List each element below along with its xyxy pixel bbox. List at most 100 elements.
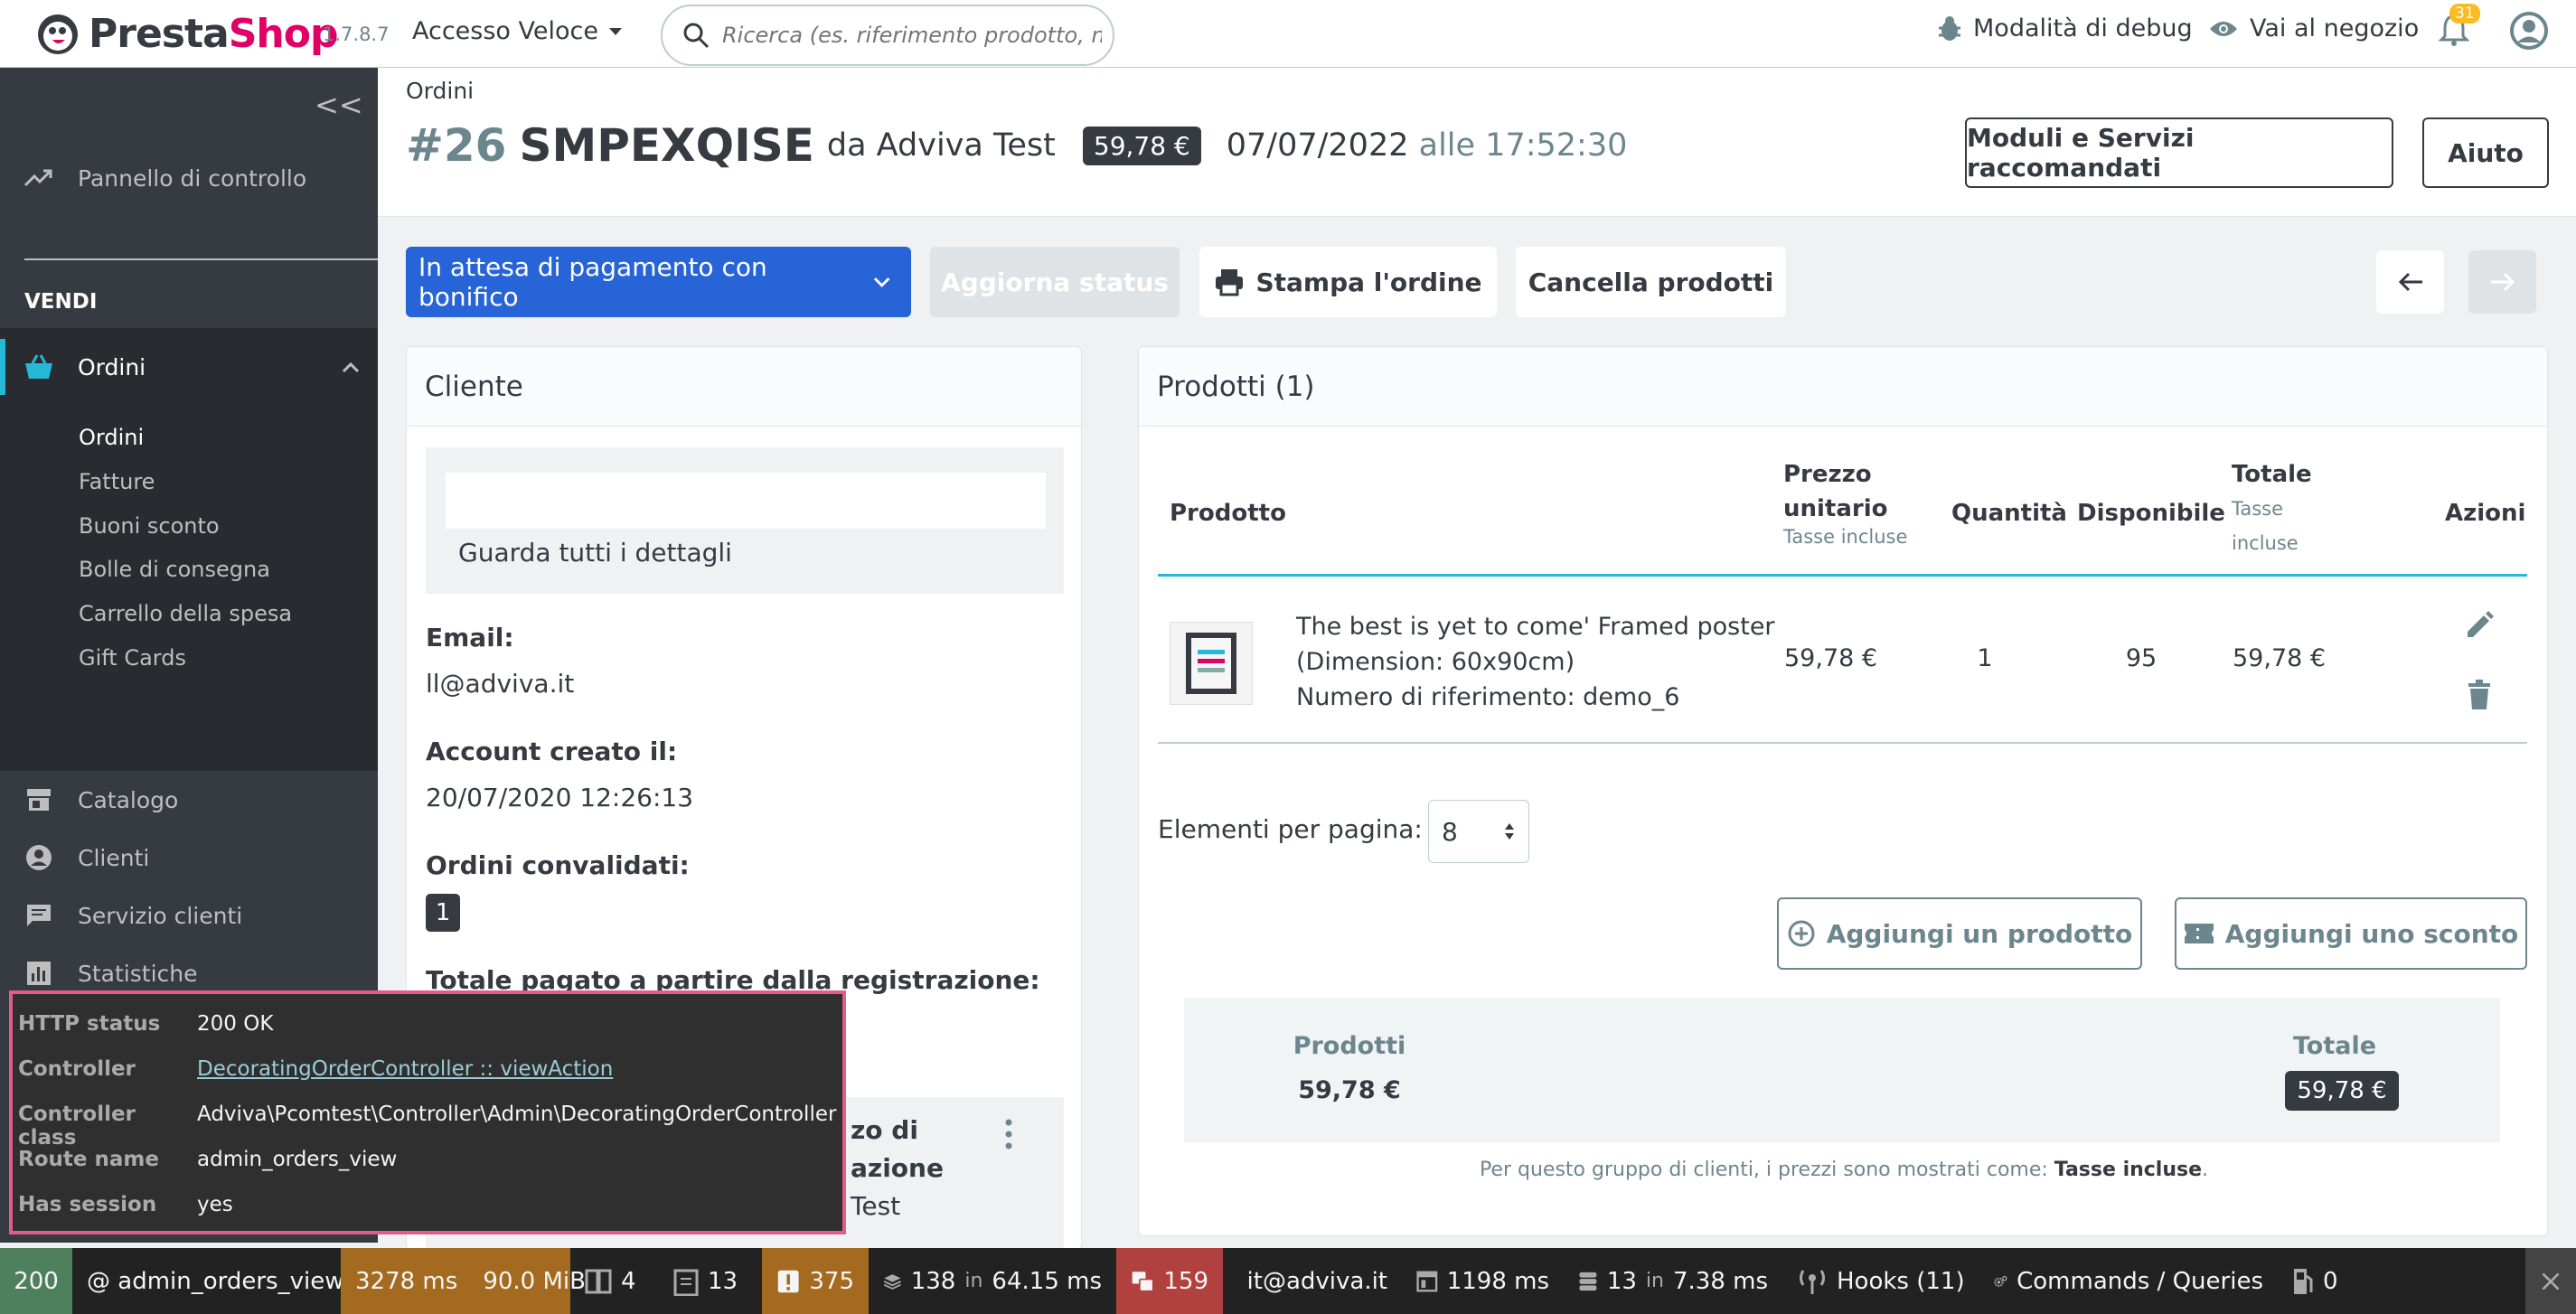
toolbar-forms[interactable]: 4 xyxy=(570,1248,659,1314)
edit-pencil-icon[interactable] xyxy=(2464,610,2495,641)
sidebar-subitem-invoices[interactable]: Fatture xyxy=(79,469,155,494)
tax-note-end: . xyxy=(2202,1159,2209,1181)
col-unit-price-label: Prezzo unitario xyxy=(1783,461,1888,522)
previous-order-button[interactable] xyxy=(2376,250,2444,314)
has-session-label: Has session xyxy=(18,1193,157,1216)
order-number: #26 xyxy=(406,119,507,172)
sidebar-subitem-carts[interactable]: Carrello della spesa xyxy=(79,601,292,626)
print-order-button[interactable]: Stampa l'ordine xyxy=(1199,247,1497,317)
order-status-select[interactable]: In attesa di pagamento con bonifico xyxy=(406,247,911,317)
clipboard-icon xyxy=(673,1269,699,1296)
toolbar-extra[interactable]: 0 xyxy=(2278,1248,2365,1314)
prestashop-logo[interactable]: PrestaShop xyxy=(36,11,338,57)
breadcrumb[interactable]: Ordini xyxy=(406,78,474,104)
next-order-button[interactable] xyxy=(2468,250,2536,314)
toolbar-render-value: 1198 ms xyxy=(1446,1267,1549,1295)
update-status-button[interactable]: Aggiorna status xyxy=(930,247,1180,317)
email-label: Email: xyxy=(426,623,514,652)
antenna-icon xyxy=(1800,1269,1825,1294)
toolbar-time: 3278 ms xyxy=(355,1267,458,1295)
product-name-line: The best is yet to come' Framed poster xyxy=(1296,613,1775,641)
sidebar-item-customers[interactable]: Clienti xyxy=(0,835,378,880)
sidebar-subitem-orders[interactable]: Ordini xyxy=(79,425,144,450)
email-value[interactable]: ll@adviva.it xyxy=(426,669,574,699)
search-input[interactable] xyxy=(722,23,1102,48)
add-product-button[interactable]: Aggiungi un prodotto xyxy=(1777,897,2142,970)
view-shop-link[interactable]: Vai al negozio xyxy=(2208,14,2419,42)
delete-trash-icon[interactable] xyxy=(2467,680,2492,710)
col-actions: Azioni xyxy=(2445,500,2526,527)
per-page-select[interactable]: 8 xyxy=(1428,800,1529,863)
toolbar-status[interactable]: 200 xyxy=(0,1248,72,1314)
view-shop-label: Vai al negozio xyxy=(2250,14,2420,42)
sidebar-item-stats[interactable]: Statistiche xyxy=(0,951,378,996)
http-status-value: 200 OK xyxy=(197,1012,274,1036)
sort-arrows-icon xyxy=(1505,823,1514,840)
search-box[interactable] xyxy=(661,5,1114,66)
sidebar-item-customer-service[interactable]: Servizio clienti xyxy=(0,893,378,938)
sidebar-item-orders[interactable]: Ordini xyxy=(0,343,378,390)
toolbar-render-time[interactable]: 1198 ms xyxy=(1402,1248,1564,1314)
toolbar-cache-count: 138 xyxy=(910,1267,956,1295)
customer-summary-box: Guarda tutti i dettagli xyxy=(426,447,1064,594)
sidebar-subitem-credit-slips[interactable]: Buoni sconto xyxy=(79,513,220,539)
add-discount-button[interactable]: Aggiungi uno sconto xyxy=(2175,897,2527,970)
toolbar-translations[interactable]: 159 xyxy=(1116,1248,1223,1314)
sidebar-item-catalog[interactable]: Catalogo xyxy=(0,777,378,822)
order-summary: Prodotti 59,78 € Totale 59,78 € xyxy=(1184,998,2500,1142)
view-details-link[interactable]: Guarda tutti i dettagli xyxy=(458,538,732,568)
toolbar-commands-label: Commands / Queries xyxy=(2017,1267,2263,1295)
toolbar-close-button[interactable] xyxy=(2525,1248,2576,1314)
cancel-products-button[interactable]: Cancella prodotti xyxy=(1516,247,1786,317)
product-total: 59,78 € xyxy=(2233,644,2327,672)
bug-icon xyxy=(1939,15,1960,41)
controller-link[interactable]: DecoratingOrderController :: viewAction xyxy=(197,1057,613,1081)
sidebar-subitem-delivery-slips[interactable]: Bolle di consegna xyxy=(79,557,270,582)
col-available: Disponibile xyxy=(2077,500,2225,527)
toolbar-warnings[interactable]: 375 xyxy=(762,1248,869,1314)
arrow-left-icon xyxy=(2398,272,2422,292)
logo-text-presta: Presta xyxy=(89,11,230,57)
toolbar-performance[interactable]: 3278 ms 90.0 MiB xyxy=(341,1248,586,1314)
collapse-sidebar-icon[interactable]: << xyxy=(315,88,363,122)
summary-products-label: Prodotti xyxy=(1293,1032,1406,1060)
customer-name-strip xyxy=(446,473,1046,529)
col-total-sub: Tasse incluse xyxy=(2232,498,2299,554)
toolbar-database[interactable]: 13 in 7.38 ms xyxy=(1564,1248,1782,1314)
toolbar-route[interactable]: @ admin_orders_view xyxy=(72,1248,343,1314)
user-menu[interactable] xyxy=(2509,11,2549,51)
order-status-value: In attesa di pagamento con bonifico xyxy=(418,252,767,312)
toolbar-db-in: in xyxy=(1645,1270,1664,1292)
col-total: Totale Tasse incluse xyxy=(2232,457,2340,560)
notifications-button[interactable]: 31 xyxy=(2439,4,2480,47)
order-reference: SMPEXQISE xyxy=(519,119,814,172)
store-icon xyxy=(27,789,51,811)
sidebar-item-label: Statistiche xyxy=(78,960,198,987)
toolbar-hooks[interactable]: Hooks (11) xyxy=(1782,1248,1979,1314)
debug-mode-link[interactable]: Modalità di debug xyxy=(1937,14,2193,42)
toolbar-user[interactable]: it@adviva.it xyxy=(1223,1248,1402,1314)
product-name[interactable]: The best is yet to come' Framed poster (… xyxy=(1296,609,1775,715)
add-product-label: Aggiungi un prodotto xyxy=(1826,918,2133,949)
toolbar-hooks-label: Hooks (11) xyxy=(1837,1267,1965,1295)
quick-access-dropdown[interactable]: Accesso Veloce xyxy=(412,17,624,45)
more-vert-icon[interactable] xyxy=(1004,1119,1013,1150)
sidebar-item-dashboard[interactable]: Pannello di controllo xyxy=(0,155,378,201)
product-unit-price: 59,78 € xyxy=(1784,644,1878,672)
toolbar-commands[interactable]: Commands / Queries xyxy=(1979,1248,2278,1314)
help-button[interactable]: Aiuto xyxy=(2422,117,2549,188)
toolbar-logs[interactable]: 13 xyxy=(659,1248,762,1314)
debug-mode-label: Modalità di debug xyxy=(1973,14,2193,42)
framed-poster-image xyxy=(1186,633,1236,694)
toolbar-translations-count: 159 xyxy=(1163,1267,1208,1295)
page-title: #26 SMPEXQISE da Adviva Test 59,78 € 07/… xyxy=(406,119,1627,172)
sidebar-subitem-gift-cards[interactable]: Gift Cards xyxy=(79,645,186,671)
product-reference: Numero di riferimento: demo_6 xyxy=(1296,683,1680,711)
products-card: Prodotti (1) Prodotto Prezzo unitario Ta… xyxy=(1138,346,2548,1236)
top-header: PrestaShop 1.7.8.7 Accesso Veloce Modali… xyxy=(0,0,2576,68)
recommended-modules-button[interactable]: Moduli e Servizi raccomandati xyxy=(1965,117,2393,188)
controller-label: Controller xyxy=(18,1057,136,1081)
toolbar-cache[interactable]: 138 in 64.15 ms xyxy=(869,1248,1116,1314)
sidebar-item-label: Pannello di controllo xyxy=(78,164,307,192)
product-thumbnail[interactable] xyxy=(1170,622,1253,705)
